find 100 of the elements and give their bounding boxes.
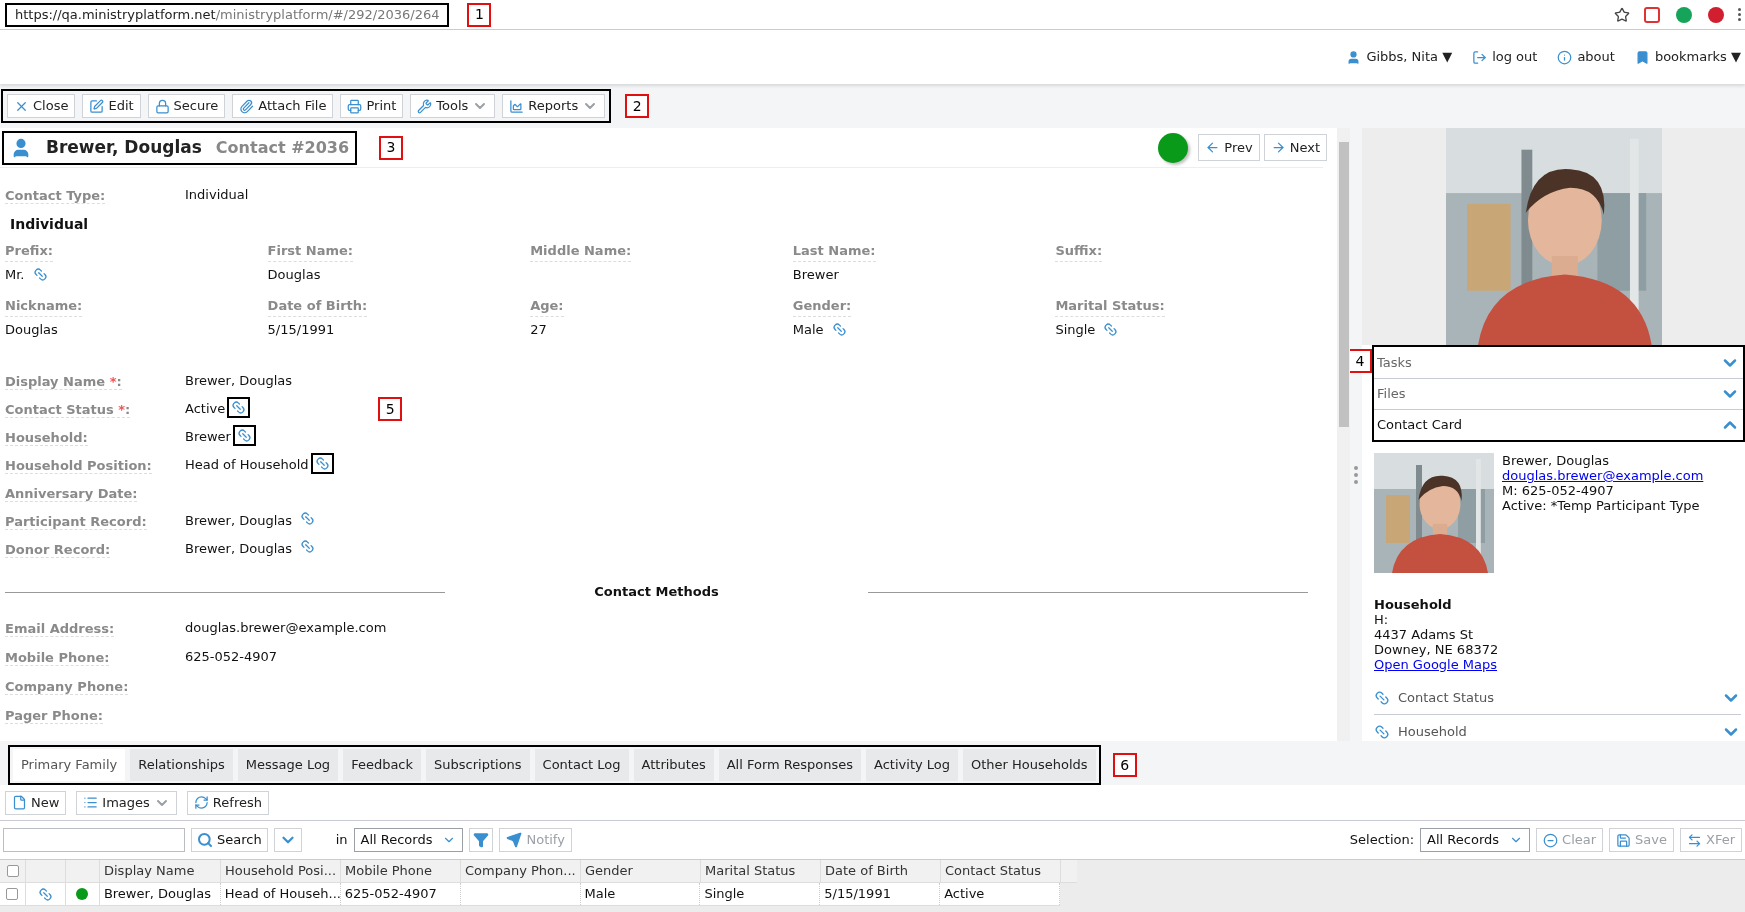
user-menu-link[interactable]: bookmarks ▼ [1634,47,1741,67]
annotation-marker: 2 [625,94,650,118]
extension-icon[interactable] [1708,6,1724,23]
bookmark-star-icon[interactable] [1614,6,1630,23]
filter-button[interactable] [469,828,494,852]
field-value: Brewer [792,265,839,284]
filter-icon [473,832,490,848]
user-menu-link[interactable]: Gibbs, Nita ▼ [1346,47,1453,67]
field-label: Household: [5,430,88,446]
prev-button[interactable]: Prev [1198,134,1260,161]
field-value: Brewer [185,428,231,447]
column-header[interactable]: Contact Status [941,860,1061,882]
scope-label: in [335,831,348,850]
pencil-icon [89,98,105,114]
column-header[interactable]: Display Name [100,860,221,882]
column-header[interactable]: Marital Status [701,860,821,882]
tab[interactable]: Contact Log [534,749,629,781]
tab[interactable]: All Form Responses [718,749,862,781]
field-label: Date of Birth: [267,296,368,317]
annotation-marker: 4 [1348,349,1372,373]
field-label: Prefix: [5,241,53,262]
url-field[interactable]: https://qa.ministryplatform.net/ministryplatform/#/292/2036/264 [5,2,450,27]
household-heading: Household [1374,597,1452,612]
tab[interactable]: Feedback [343,749,422,781]
accordion-header[interactable]: Tasks [1374,347,1743,378]
field-value: Douglas [267,265,321,284]
accordion-header[interactable]: Files [1374,378,1743,409]
user-menu-link[interactable]: about [1557,47,1615,67]
table-cell-text: Brewer, Douglas [103,885,211,904]
next-button[interactable]: Next [1263,134,1327,161]
tab[interactable]: Activity Log [866,749,959,781]
field-value: Brewer, Douglas [185,372,293,391]
row-checkbox[interactable] [6,888,19,900]
scrollbar[interactable] [1337,128,1350,741]
extension-icon[interactable] [1676,6,1692,23]
field-value: Individual [185,186,249,205]
new-button[interactable]: New [5,790,67,815]
table-cell-text: 625-052-4907 [344,885,437,904]
link-icon[interactable] [232,424,256,446]
column-header[interactable]: Date of Birth [821,860,941,882]
bookmark-icon [1634,49,1650,65]
reports-button[interactable]: Reports [502,94,606,118]
attach-button[interactable]: Attach File [232,94,334,118]
column-header[interactable]: Company Phon... [461,860,581,882]
subsection-header[interactable]: Household [1374,715,1741,748]
secure-button[interactable]: Secure [147,94,226,118]
tools-button[interactable]: Tools [410,94,496,118]
expand-search-button[interactable] [273,828,302,852]
list-icon [83,795,99,810]
subsection-header[interactable]: Contact Status [1374,682,1741,715]
selection-dropdown[interactable]: All Records [1420,828,1531,852]
link-icon[interactable] [227,396,251,418]
address-line: Downey, NE 68372 [1374,642,1499,657]
selection-label: Selection: [1349,831,1415,850]
search-icon [197,832,213,848]
tab[interactable]: Other Households [963,749,1096,781]
field-value: 625-052-4907 [185,647,278,666]
document-icon [12,795,27,810]
field-label: Participant Record: [5,514,147,530]
annotation-marker: 6 [1112,753,1137,777]
search-button[interactable]: Search [191,828,268,852]
email-link[interactable]: douglas.brewer@example.com [1502,468,1704,483]
browser-menu-icon[interactable] [1738,8,1741,21]
link-icon[interactable] [310,452,334,474]
images-button[interactable]: Images [76,790,177,815]
field-value: Head of Household [185,456,309,475]
field-label: Middle Name: [530,241,632,262]
user-menu-link[interactable]: log out [1472,47,1538,67]
search-field[interactable] [3,828,185,852]
field-label: Anniversary Date: [5,486,138,502]
printer-icon [347,98,363,114]
tab[interactable]: Primary Family [13,749,126,781]
field-label: Gender: [792,296,852,317]
household-phone: H: [1374,612,1389,627]
card-name: Brewer, Douglas [1502,453,1611,468]
address-line: 4437 Adams St [1374,627,1474,642]
print-button[interactable]: Print [340,94,404,118]
resize-handle[interactable] [1354,465,1358,484]
edit-button[interactable]: Edit [82,94,141,118]
scope-dropdown[interactable]: All Records [353,828,464,852]
column-header[interactable]: Household Posi... [221,860,341,882]
tab[interactable]: Subscriptions [426,749,530,781]
select-all-checkbox[interactable] [6,865,19,877]
map-link[interactable]: Open Google Maps [1374,657,1498,672]
field-label: Contact Status *: [5,402,131,418]
arrow-right-icon [1270,140,1286,155]
paperclip-icon [239,98,255,114]
tab[interactable]: Relationships [130,749,233,781]
close-button[interactable]: Close [7,94,76,118]
field-value: Single [1055,320,1096,339]
accordion-header[interactable]: Contact Card [1374,409,1743,440]
field-value: Active [185,400,226,419]
tab[interactable]: Attributes [633,749,714,781]
refresh-button[interactable]: Refresh [186,790,269,815]
url-host: https://qa.ministryplatform.net [15,5,216,24]
column-header[interactable]: Mobile Phone [341,860,461,882]
tab[interactable]: Message Log [237,749,339,781]
extension-icon[interactable] [1644,6,1660,23]
section-heading: Individual [10,215,89,234]
column-header[interactable]: Gender [581,860,701,882]
